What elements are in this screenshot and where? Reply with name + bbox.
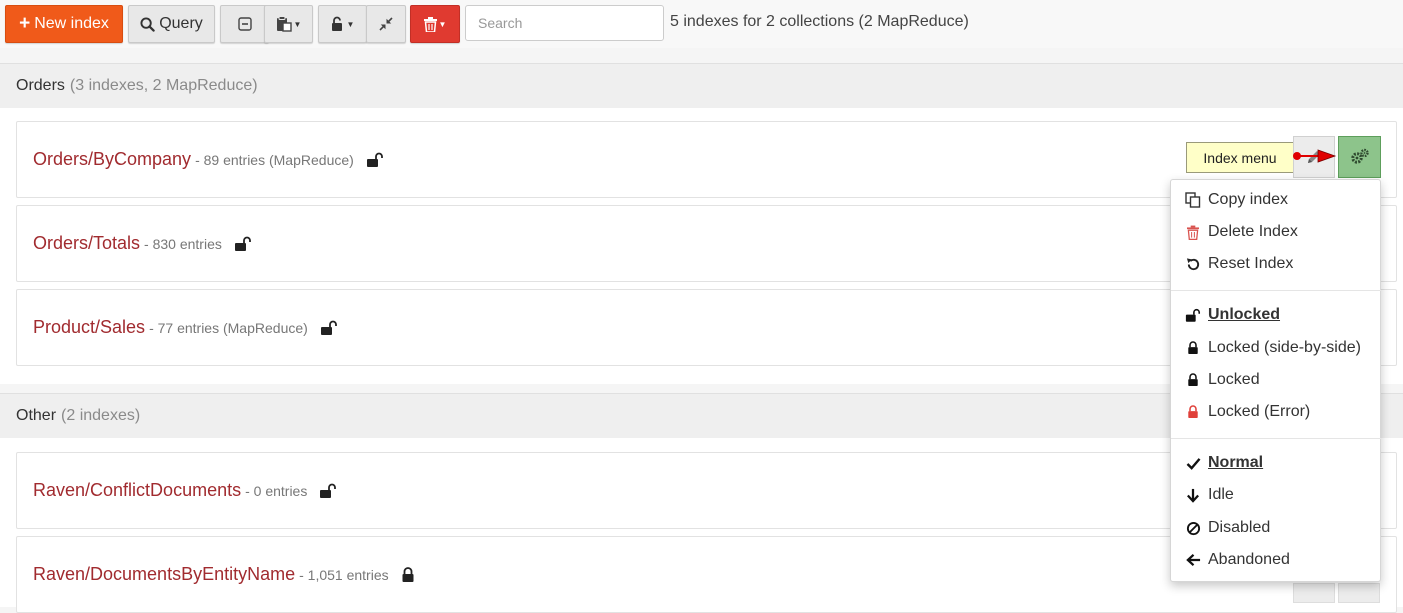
group-meta: (3 indexes, 2 MapReduce) bbox=[69, 77, 258, 94]
menu-item-abandoned[interactable]: Abandoned bbox=[1171, 545, 1382, 575]
lock-icon bbox=[401, 566, 415, 583]
index-meta: - 0 entries bbox=[245, 482, 308, 499]
index-meta: - 77 entries (MapReduce) bbox=[149, 319, 308, 336]
new-index-label: New index bbox=[34, 15, 109, 32]
menu-item-reset-index[interactable]: Reset Index bbox=[1171, 249, 1382, 279]
menu-item-disabled[interactable]: Disabled bbox=[1171, 513, 1382, 543]
menu-item-label: Delete Index bbox=[1208, 223, 1298, 240]
caret-down-icon: ▼ bbox=[346, 19, 355, 29]
lock-icon bbox=[1185, 341, 1201, 355]
index-name-link[interactable]: Raven/DocumentsByEntityName bbox=[33, 564, 295, 585]
menu-item-label: Locked (Error) bbox=[1208, 403, 1311, 420]
menu-divider bbox=[1171, 438, 1382, 439]
trash-icon bbox=[423, 16, 437, 32]
search-input[interactable] bbox=[465, 5, 664, 41]
menu-item-label: Unlocked bbox=[1208, 306, 1281, 323]
collapse-icon bbox=[237, 17, 252, 31]
arrow-left-icon bbox=[1185, 553, 1201, 567]
menu-item-delete-index[interactable]: Delete Index bbox=[1171, 217, 1382, 247]
caret-down-icon: ▼ bbox=[438, 19, 447, 29]
new-index-button[interactable]: + New index bbox=[5, 5, 123, 43]
query-label: Query bbox=[159, 15, 203, 32]
unlock-icon bbox=[320, 320, 338, 336]
gears-icon bbox=[1350, 148, 1369, 164]
paste-button[interactable]: ▼ bbox=[264, 5, 313, 43]
menu-item-label: Disabled bbox=[1208, 519, 1271, 536]
unlock-icon bbox=[331, 16, 342, 31]
index-name-link[interactable]: Orders/ByCompany bbox=[33, 149, 191, 170]
index-menu-tooltip: Index menu bbox=[1186, 142, 1294, 173]
index-summary: 5 indexes for 2 collections (2 MapReduce… bbox=[670, 13, 969, 30]
lock-mode-button[interactable]: ▼ bbox=[318, 5, 367, 43]
plus-icon: + bbox=[19, 13, 31, 34]
edit-button[interactable] bbox=[1293, 583, 1335, 603]
menu-item-label: Abandoned bbox=[1208, 551, 1290, 568]
menu-item-locked-side-by-side[interactable]: Locked (side-by-side) bbox=[1171, 333, 1382, 363]
unlock-icon bbox=[234, 236, 252, 252]
index-menu-button[interactable] bbox=[1338, 136, 1381, 178]
annotation-arrow-icon bbox=[1293, 149, 1337, 163]
delete-indexes-button[interactable]: ▼ bbox=[410, 5, 460, 43]
menu-divider bbox=[1171, 290, 1382, 291]
menu-item-idle[interactable]: Idle bbox=[1171, 480, 1382, 510]
compress-icon bbox=[379, 17, 393, 31]
ban-icon bbox=[1185, 521, 1201, 536]
check-icon bbox=[1185, 457, 1201, 470]
compress-button[interactable] bbox=[366, 5, 406, 43]
menu-item-label: Idle bbox=[1208, 486, 1234, 503]
unlock-icon bbox=[1185, 308, 1201, 323]
index-meta: - 89 entries (MapReduce) bbox=[195, 151, 354, 168]
group-header-orders: Orders (3 indexes, 2 MapReduce) bbox=[0, 64, 1403, 108]
index-dropdown-menu: Copy index Delete Index Reset Index Unlo… bbox=[1170, 179, 1382, 582]
menu-item-label: Locked (side-by-side) bbox=[1208, 339, 1361, 356]
menu-item-label: Copy index bbox=[1208, 191, 1289, 208]
index-menu-button[interactable] bbox=[1338, 583, 1380, 603]
index-name-link[interactable]: Raven/ConflictDocuments bbox=[33, 480, 241, 501]
menu-item-label: Normal bbox=[1208, 454, 1264, 471]
reset-icon bbox=[1185, 257, 1201, 272]
copy-icon bbox=[1185, 192, 1201, 208]
caret-down-icon: ▼ bbox=[293, 19, 302, 29]
unlock-icon bbox=[319, 483, 337, 499]
menu-item-label: Reset Index bbox=[1208, 255, 1294, 272]
menu-item-unlocked[interactable]: Unlocked bbox=[1171, 300, 1382, 330]
lock-error-icon bbox=[1185, 405, 1201, 419]
menu-item-locked-error[interactable]: Locked (Error) bbox=[1171, 397, 1382, 427]
index-meta: - 830 entries bbox=[144, 235, 222, 252]
index-name-link[interactable]: Product/Sales bbox=[33, 317, 145, 338]
index-name-link[interactable]: Orders/Totals bbox=[33, 233, 140, 254]
index-meta: - 1,051 entries bbox=[299, 566, 389, 583]
arrow-down-icon bbox=[1185, 488, 1201, 503]
group-meta: (2 indexes) bbox=[61, 407, 141, 424]
toolbar: + New index Query ▼ ▼ ▼ Search 5 indexes… bbox=[0, 0, 1403, 48]
trash-icon bbox=[1185, 225, 1201, 240]
collapse-all-button[interactable] bbox=[220, 5, 269, 43]
search-icon bbox=[140, 16, 155, 32]
group-name: Other bbox=[16, 407, 57, 424]
query-button[interactable]: Query bbox=[128, 5, 215, 43]
lock-icon bbox=[1185, 373, 1201, 387]
clipboard-icon bbox=[276, 16, 292, 32]
group-name: Orders bbox=[16, 77, 65, 94]
unlock-icon bbox=[366, 152, 384, 168]
menu-item-normal[interactable]: Normal bbox=[1171, 448, 1382, 478]
menu-item-copy-index[interactable]: Copy index bbox=[1171, 185, 1382, 215]
menu-item-label: Locked bbox=[1208, 371, 1260, 388]
menu-item-locked[interactable]: Locked bbox=[1171, 365, 1382, 395]
